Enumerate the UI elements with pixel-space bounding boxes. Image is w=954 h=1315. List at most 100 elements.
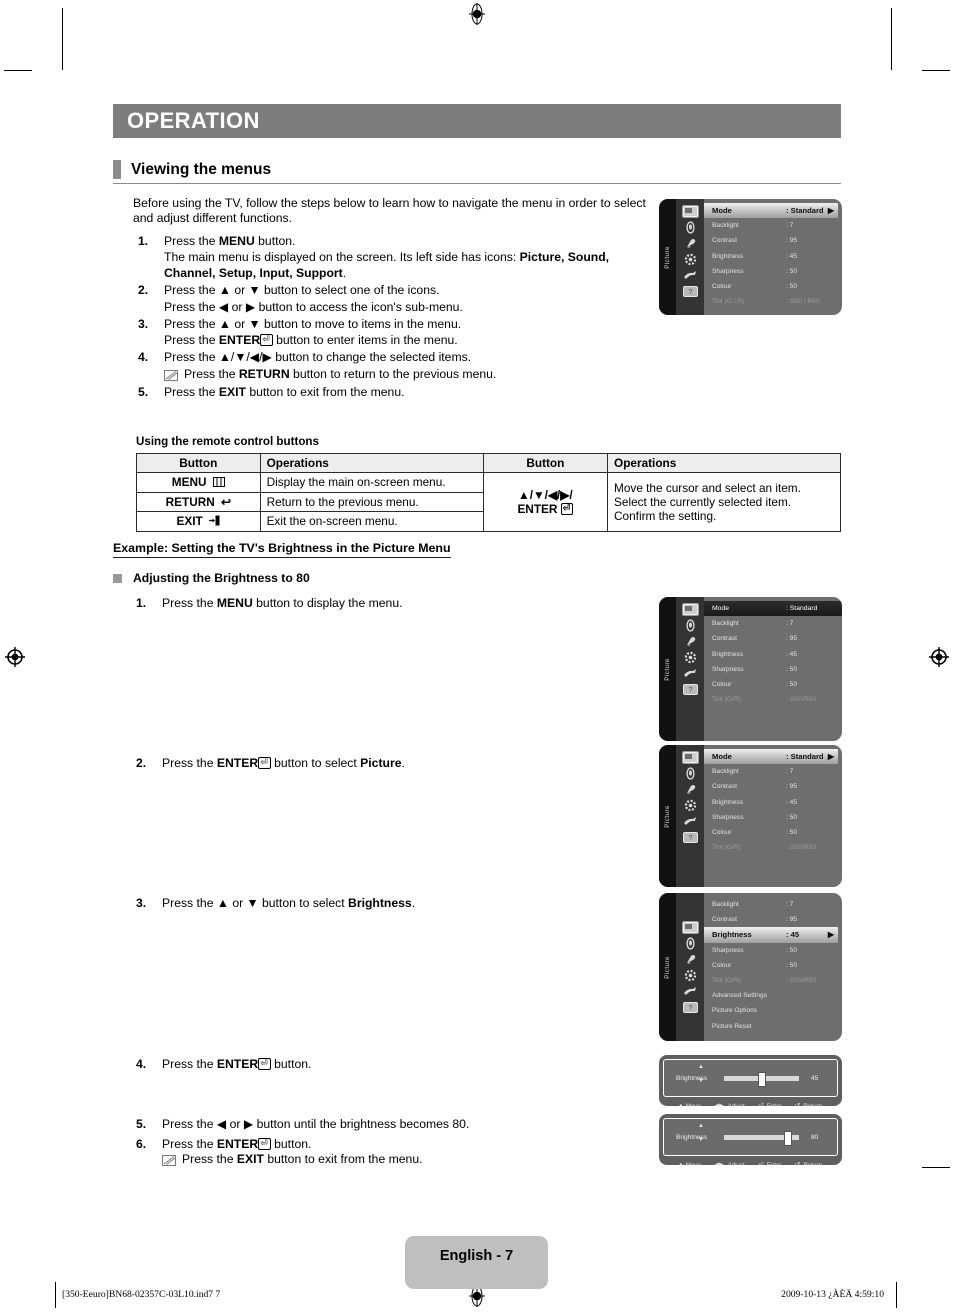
channel-icon[interactable] — [682, 237, 699, 250]
step-5: 5. Press the EXIT button to exit from th… — [133, 384, 653, 400]
picture-icon[interactable] — [681, 921, 699, 934]
osd-item-label: Contrast — [712, 783, 737, 791]
support-icon[interactable]: ? — [682, 683, 699, 696]
osd-menu-item[interactable]: Tint (G / R): G50 / R50 — [704, 294, 842, 309]
osd-menu-item[interactable]: Tint (G/R): G50/R50 — [704, 973, 842, 988]
osd-footer-hint[interactable]: ♦ Move — [679, 1162, 701, 1166]
osd-menu-item[interactable]: Backlight: 7 — [704, 616, 842, 631]
osd-item-label: Brightness — [712, 798, 744, 806]
osd-menu-item[interactable]: Picture Reset — [704, 1019, 842, 1034]
setup-icon[interactable] — [682, 253, 699, 266]
osd-slider-knob[interactable] — [784, 1130, 792, 1146]
input-icon[interactable] — [682, 269, 699, 282]
osd-menu-item[interactable]: Mode: Standard ▶ — [704, 749, 838, 765]
osd-slider-footer: ♦Move ◀▶Adjust ⏎Enter ↺Return — [659, 1160, 842, 1166]
osd-item-value: : 50 — [786, 681, 797, 689]
picture-icon[interactable] — [681, 603, 699, 616]
osd-menu-item[interactable]: Sharpness: 50 — [704, 662, 842, 677]
step-key-exit: EXIT — [218, 384, 246, 399]
osd-menu-item[interactable]: Tint (G/R): G50/R50 — [704, 692, 842, 707]
osd-slider-updown-icon[interactable]: ▲ ▼ — [698, 1123, 704, 1144]
osd-menu-item[interactable]: Tint (G/R): G50/R50 — [704, 840, 842, 855]
step-key-enter: ENTER — [218, 333, 261, 348]
osd-item-value: : 45 — [786, 650, 797, 658]
osd-rail-label: Picture — [664, 804, 671, 828]
picture-icon[interactable] — [681, 751, 699, 764]
osd-slider-track[interactable] — [724, 1071, 799, 1087]
osd-menu-item[interactable]: Colour: 50 — [704, 279, 842, 294]
osd-menu-item[interactable]: Colour: 50 — [704, 825, 842, 840]
step-sub-pre: The main menu is displayed on the screen… — [164, 250, 520, 265]
osd-menu-item[interactable]: Backlight: 7 — [704, 764, 842, 779]
step-text: Press the EXIT button to exit from the m… — [164, 384, 405, 399]
osd-menu-item[interactable]: Contrast: 95 — [704, 912, 842, 927]
channel-icon[interactable] — [682, 953, 699, 966]
step-text: Press the ◀ or ▶ button until the bright… — [162, 1117, 470, 1131]
osd-footer-hint[interactable]: ♦ Move — [679, 1103, 701, 1107]
cell-op-exit: Exit the on-screen menu. — [259, 510, 484, 532]
step-2-line1: Press the ▲ or ▼ button to select one of… — [164, 283, 440, 298]
osd-footer-hint[interactable]: ↺Return — [794, 1161, 821, 1165]
osd-menu-item[interactable]: Brightness : 45 — [704, 647, 842, 662]
osd-menu-item[interactable]: Contrast: 95 — [704, 779, 842, 794]
channel-icon[interactable] — [682, 783, 699, 796]
osd-footer-hint[interactable]: ⏎Enter — [758, 1161, 782, 1165]
channel-icon[interactable] — [682, 635, 699, 648]
osd-menu-item[interactable]: Picture Options — [704, 1003, 842, 1018]
osd-item-label: Sharpness — [712, 946, 744, 954]
sound-icon[interactable] — [682, 937, 699, 950]
osd-menu-item[interactable]: Sharpness: 50 — [704, 264, 842, 279]
osd-menu-item[interactable]: Contrast: 95 — [704, 233, 842, 248]
osd-footer-hint[interactable]: ↺Return — [794, 1102, 821, 1106]
osd-item-value: : 50 — [786, 829, 797, 837]
key-brightness: Brightness — [348, 896, 412, 910]
osd-menu-item[interactable]: Colour: 50 — [704, 677, 842, 692]
osd-footer-hint[interactable]: ◀▶Adjust — [714, 1102, 745, 1106]
picture-icon[interactable] — [681, 205, 699, 218]
note-text: Press the RETURN button to return to the… — [184, 367, 497, 382]
sound-icon[interactable] — [682, 619, 699, 632]
note-text: Press the EXIT button to exit from the m… — [182, 1152, 423, 1166]
osd-footer-hint[interactable]: ⏎Enter — [758, 1102, 782, 1106]
example-step-3: 3. Press the ▲ or ▼ button to select Bri… — [136, 896, 636, 910]
input-icon[interactable] — [682, 985, 699, 998]
osd-menu-item[interactable]: Advanced Settings — [704, 988, 842, 1003]
osd-menu-item[interactable]: Brightness: 45 — [704, 249, 842, 264]
osd-menu-item[interactable]: Brightness: 45 — [704, 795, 842, 810]
osd-item-value: : 7 — [786, 901, 794, 909]
osd-slider-track[interactable] — [724, 1130, 799, 1146]
osd-item-label: Brightness — [712, 650, 744, 658]
input-icon[interactable] — [682, 815, 699, 828]
osd-menu-item[interactable]: Brightness: 45 ▶ — [704, 927, 838, 943]
osd-menu-item[interactable]: Mode: Standard ▶ — [704, 203, 838, 219]
osd-footer-hint[interactable]: ◀▶Adjust — [714, 1161, 745, 1165]
osd-menu-item[interactable]: Backlight: 7 — [704, 218, 842, 233]
osd-slider-box: Brightness ▲ ▼ 80 — [663, 1118, 838, 1156]
osd-slider-knob[interactable] — [757, 1071, 766, 1087]
menu-icon — [212, 476, 225, 490]
osd-slider-box: Brightness ▲ ▼ 45 — [663, 1059, 838, 1097]
osd-icon-column: ? — [676, 745, 704, 887]
sound-icon[interactable] — [682, 221, 699, 234]
osd-menu-item[interactable]: Backlight: 7 — [704, 897, 842, 912]
support-icon[interactable]: ? — [682, 285, 699, 298]
bullet-square-icon — [113, 573, 122, 583]
osd-slider-updown-icon[interactable]: ▲ ▼ — [698, 1064, 704, 1085]
osd-item-value: : 95 — [786, 916, 797, 924]
support-icon[interactable]: ? — [682, 831, 699, 844]
input-icon[interactable] — [682, 667, 699, 680]
key-enter: ENTER — [216, 1137, 259, 1151]
setup-icon[interactable] — [682, 969, 699, 982]
osd-menu-item[interactable]: Sharpness: 50 — [704, 943, 842, 958]
osd-menu-item[interactable]: Colour: 50 — [704, 958, 842, 973]
setup-icon[interactable] — [682, 651, 699, 664]
osd-panel-step1: Picture? Mode: Standard Backlight: 7 Contra… — [659, 597, 842, 741]
setup-icon[interactable] — [682, 799, 699, 812]
osd-item-label: Tint (G/R) — [712, 844, 741, 852]
osd-menu-item[interactable]: Contrast: 95 — [704, 631, 842, 646]
support-icon[interactable]: ? — [682, 1001, 699, 1014]
sound-icon[interactable] — [682, 767, 699, 780]
osd-menu-item[interactable]: Mode: Standard — [704, 601, 842, 617]
svg-text:?: ? — [688, 835, 692, 842]
osd-menu-item[interactable]: Sharpness: 50 — [704, 810, 842, 825]
